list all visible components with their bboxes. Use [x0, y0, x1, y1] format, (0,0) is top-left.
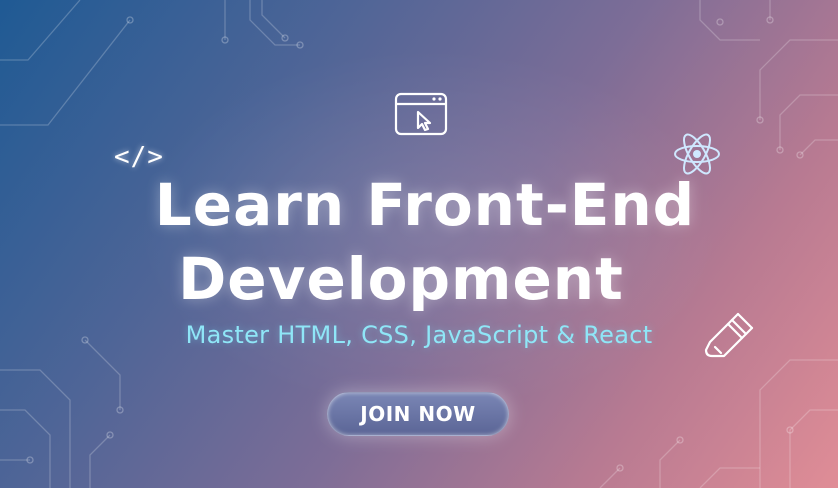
- headline-line-2: Development: [178, 245, 624, 313]
- code-tag-icon: </>: [114, 142, 164, 172]
- join-now-button[interactable]: JOIN NOW: [327, 392, 509, 436]
- hero-banner: </> Learn Front-End Development Master H…: [0, 0, 838, 488]
- headline-line-1: Learn Front-End: [154, 171, 696, 239]
- subtitle: Master HTML, CSS, JavaScript & React: [185, 321, 653, 349]
- browser-window-icon: [394, 92, 448, 136]
